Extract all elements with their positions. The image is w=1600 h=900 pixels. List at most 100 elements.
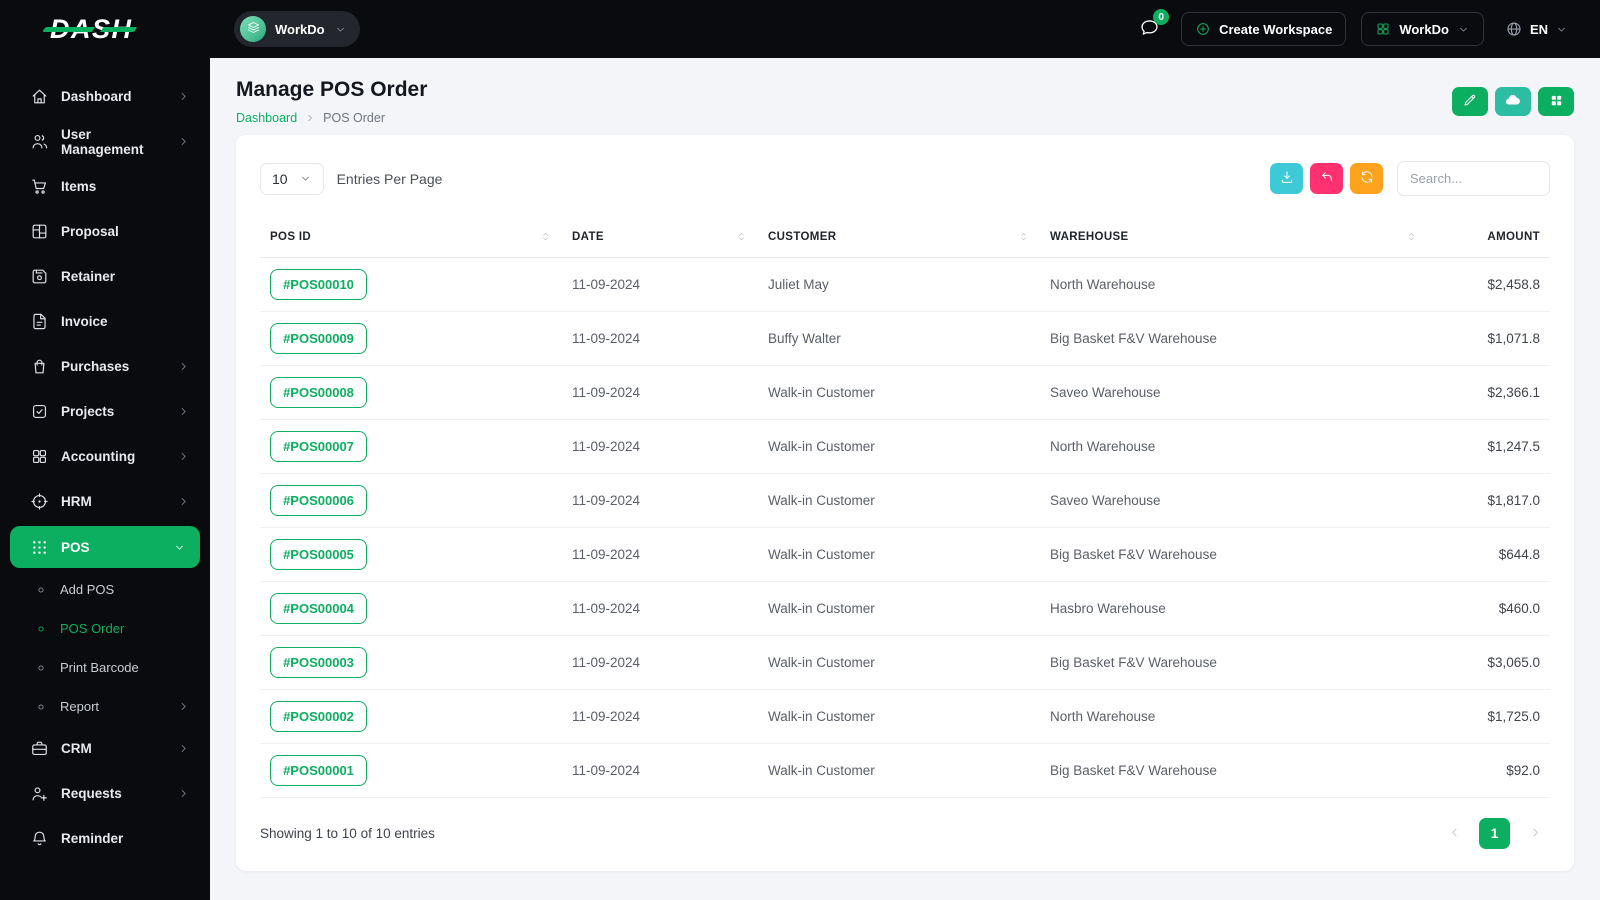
pos-id-badge[interactable]: #POS00009: [270, 323, 367, 354]
sidebar-item-label: User Management: [61, 126, 144, 157]
home-icon: [30, 87, 49, 106]
sidebar-item-label: Retainer: [61, 269, 116, 284]
entries-label: Entries Per Page: [336, 170, 443, 187]
date-cell: 11-09-2024: [562, 419, 758, 474]
page-title: Manage POS Order: [236, 78, 428, 101]
sidebar-item-user-management[interactable]: User Management: [0, 119, 210, 164]
warehouse-cell: Big Basket F&V Warehouse: [1040, 743, 1428, 798]
sidebar-item-accounting[interactable]: Accounting: [0, 434, 210, 479]
pos-id-badge[interactable]: #POS00008: [270, 377, 367, 408]
briefcase-icon: [30, 739, 49, 758]
showing-entries-text: Showing 1 to 10 of 10 entries: [260, 826, 435, 841]
sidebar-item-label: Invoice: [61, 314, 108, 329]
table-row: #POS00009 11-09-2024 Buffy Walter Big Baske…: [260, 311, 1550, 366]
sidebar-item-hrm[interactable]: HRM: [0, 479, 210, 524]
chevron-right-icon: [177, 135, 190, 148]
pos-id-badge[interactable]: #POS00010: [270, 269, 367, 300]
sidebar-item-dashboard[interactable]: Dashboard: [0, 74, 210, 119]
breadcrumb-dashboard-link[interactable]: Dashboard: [236, 111, 297, 125]
sidebar-item-pos[interactable]: POS: [10, 526, 200, 568]
sidebar-item-purchases[interactable]: Purchases: [0, 344, 210, 389]
pagination: 1: [1439, 818, 1550, 849]
sidebar-item-items[interactable]: Items: [0, 164, 210, 209]
column-warehouse[interactable]: WAREHOUSE: [1040, 216, 1428, 258]
device-floppy-icon: [30, 267, 49, 286]
point-icon: [34, 700, 48, 714]
sidebar-item-label: Proposal: [61, 224, 119, 239]
sidebar-item-requests[interactable]: Requests: [0, 771, 210, 816]
sidebar-item-label: Requests: [61, 786, 122, 801]
sidebar-item-projects[interactable]: Projects: [0, 389, 210, 434]
sidebar-item-label: Accounting: [61, 449, 136, 464]
sidebar-item-crm[interactable]: CRM: [0, 726, 210, 771]
sidebar-item-reminder[interactable]: Reminder: [0, 816, 210, 861]
toolbar-right: [1270, 161, 1550, 196]
layout-grid-icon: [1375, 21, 1391, 37]
table-row: #POS00004 11-09-2024 Walk-in Customer Hasbr…: [260, 581, 1550, 636]
workspace-name: WorkDo: [275, 21, 325, 37]
sidebar-nav: Dashboard User Management Items Proposal Ret…: [0, 58, 210, 861]
sidebar-item-retainer[interactable]: Retainer: [0, 254, 210, 299]
column-date[interactable]: DATE: [562, 216, 758, 258]
search-input[interactable]: [1397, 161, 1550, 196]
barcode-grid-button[interactable]: [1538, 87, 1574, 116]
chevron-right-icon: [177, 495, 190, 508]
column-amount[interactable]: AMOUNT: [1428, 216, 1550, 258]
pos-id-badge[interactable]: #POS00002: [270, 701, 367, 732]
sidebar-item-label: Items: [61, 179, 97, 194]
sidebar-item-pos-order[interactable]: POS Order: [0, 609, 210, 648]
warehouse-cell: Saveo Warehouse: [1040, 365, 1428, 420]
workspace-switcher[interactable]: WorkDo: [234, 11, 360, 47]
messages-button[interactable]: 0: [1132, 9, 1170, 46]
previous-page-button[interactable]: [1439, 819, 1469, 849]
edit-pos-button[interactable]: [1452, 87, 1488, 116]
workspace-menu-button[interactable]: WorkDo: [1361, 12, 1484, 46]
column-pos-id[interactable]: POS ID: [260, 216, 562, 258]
pos-id-badge[interactable]: #POS00007: [270, 431, 367, 462]
sidebar-item-add-pos[interactable]: Add POS: [0, 570, 210, 609]
pos-id-badge[interactable]: #POS00005: [270, 539, 367, 570]
warehouse-cell: Big Basket F&V Warehouse: [1040, 635, 1428, 690]
pos-id-badge[interactable]: #POS00004: [270, 593, 367, 624]
date-cell: 11-09-2024: [562, 743, 758, 798]
chevron-down-icon: [299, 172, 312, 185]
workspace-menu-label: WorkDo: [1399, 21, 1449, 37]
grid-dots-icon: [30, 538, 49, 557]
sidebar-item-print-barcode[interactable]: Print Barcode: [0, 648, 210, 687]
warehouse-cell: North Warehouse: [1040, 689, 1428, 744]
date-cell: 11-09-2024: [562, 581, 758, 636]
app-logo[interactable]: DASH: [0, 0, 210, 58]
pos-id-badge[interactable]: #POS00003: [270, 647, 367, 678]
refresh-button[interactable]: [1350, 163, 1383, 194]
language-selector[interactable]: EN: [1499, 19, 1574, 39]
sidebar-item-report[interactable]: Report: [0, 687, 210, 726]
pos-id-badge[interactable]: #POS00006: [270, 485, 367, 516]
content-area: Manage POS Order Dashboard POS Order 10 …: [210, 58, 1600, 900]
date-cell: 11-09-2024: [562, 257, 758, 312]
sidebar-item-label: Dashboard: [61, 89, 132, 104]
pos-order-card: 10 Entries Per Page Search... POS ID DAT…: [236, 135, 1574, 871]
cloud-export-button[interactable]: [1495, 87, 1531, 116]
customer-cell: Walk-in Customer: [758, 581, 1040, 636]
warehouse-cell: Big Basket F&V Warehouse: [1040, 311, 1428, 366]
reset-button[interactable]: [1310, 163, 1343, 194]
create-workspace-button[interactable]: Create Workspace: [1181, 12, 1347, 46]
table-toolbar: 10 Entries Per Page: [260, 161, 1550, 196]
customer-cell: Walk-in Customer: [758, 743, 1040, 798]
chevron-right-icon: [177, 90, 190, 103]
grid-icon: [1549, 93, 1564, 111]
next-page-button[interactable]: [1520, 819, 1550, 849]
sidebar-item-invoice[interactable]: Invoice: [0, 299, 210, 344]
chevron-right-icon: [177, 742, 190, 755]
amount-cell: $1,725.0: [1428, 689, 1550, 744]
download-button[interactable]: [1270, 163, 1303, 194]
page-number-button[interactable]: 1: [1479, 818, 1510, 849]
column-customer[interactable]: CUSTOMER: [758, 216, 1040, 258]
table-row: #POS00010 11-09-2024 Juliet May North Wareh…: [260, 257, 1550, 312]
date-cell: 11-09-2024: [562, 365, 758, 420]
sidebar-item-proposal[interactable]: Proposal: [0, 209, 210, 254]
pos-id-badge[interactable]: #POS00001: [270, 755, 367, 786]
logo-accent: [42, 27, 138, 32]
pencil-icon: [1462, 92, 1478, 111]
entries-select[interactable]: 10: [260, 162, 324, 195]
